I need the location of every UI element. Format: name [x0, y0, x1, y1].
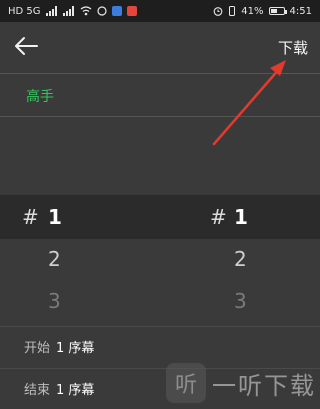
hash-label: #	[210, 205, 227, 229]
back-button[interactable]	[12, 34, 40, 62]
end-chapter-wheel[interactable]: # 1 2 3	[160, 195, 320, 320]
picker-value: 2	[48, 247, 61, 271]
range-end-value: 1 序幕	[56, 383, 95, 398]
status-right: 41% 4:51	[213, 6, 312, 17]
watermark: 听 一听下载	[166, 363, 316, 403]
status-bar: HD 5G 41% 4:51	[0, 0, 320, 22]
arrow-left-icon	[13, 36, 39, 60]
hash-label: #	[22, 205, 39, 229]
app-notification-icon	[111, 6, 122, 16]
picker-value: 3	[48, 289, 61, 313]
toolbar: 下载	[0, 22, 320, 74]
signal-2-icon	[62, 6, 75, 16]
level-row[interactable]: 高手	[0, 75, 320, 117]
start-chapter-wheel[interactable]: # 1 2 3	[0, 195, 160, 320]
picker-value: 3	[234, 289, 247, 313]
watermark-logo-icon: 听	[166, 363, 206, 403]
range-end-label: 结束	[24, 383, 51, 398]
signal-icon	[45, 6, 58, 16]
battery-percent: 41%	[241, 5, 264, 17]
picker-item[interactable]: 3	[160, 281, 320, 321]
wifi-icon	[80, 6, 92, 16]
clock: 4:51	[289, 5, 312, 17]
status-left: HD 5G	[8, 6, 137, 17]
picker-item-selected[interactable]: # 1	[160, 197, 320, 237]
watermark-text: 一听下载	[212, 371, 316, 400]
range-start-label: 开始	[24, 341, 51, 356]
battery-icon	[268, 7, 287, 15]
download-button[interactable]: 下载	[278, 37, 308, 58]
picker-value: 2	[234, 247, 247, 271]
alarm-icon	[213, 6, 223, 16]
level-label: 高手	[26, 88, 54, 105]
picker-item[interactable]: 2	[0, 239, 160, 279]
vibrate-icon	[228, 6, 236, 16]
picker-value: 1	[234, 205, 248, 229]
picker-item[interactable]: 3	[0, 281, 160, 321]
range-start-row: 开始 1 序幕	[0, 326, 320, 366]
picker-value: 1	[48, 205, 62, 229]
range-start-value: 1 序幕	[56, 341, 95, 356]
picker-item[interactable]: 2	[160, 239, 320, 279]
network-type: HD 5G	[8, 5, 41, 17]
app-notification-2-icon	[126, 6, 137, 16]
sync-icon	[96, 6, 107, 16]
picker-item-selected[interactable]: # 1	[0, 197, 160, 237]
chapter-picker[interactable]: # 1 2 3 # 1 2 3	[0, 195, 320, 320]
